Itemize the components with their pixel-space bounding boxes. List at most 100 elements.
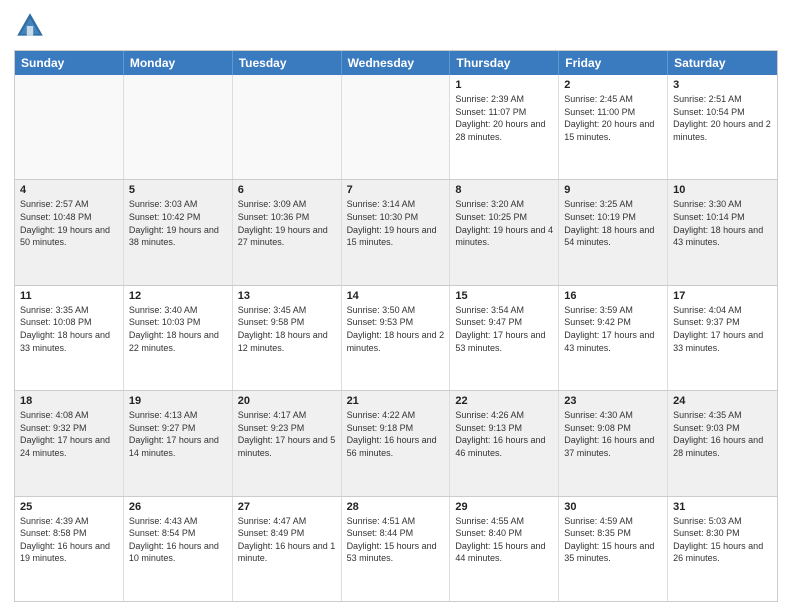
day-info: Sunrise: 2:45 AM Sunset: 11:00 PM Daylig… xyxy=(564,93,662,143)
logo-icon xyxy=(14,10,46,42)
day-info: Sunrise: 4:04 AM Sunset: 9:37 PM Dayligh… xyxy=(673,304,772,354)
day-cell-1: 1 Sunrise: 2:39 AM Sunset: 11:07 PM Dayli… xyxy=(450,75,559,179)
logo xyxy=(14,10,48,42)
day-cell-4: 4 Sunrise: 2:57 AM Sunset: 10:48 PM Dayli… xyxy=(15,180,124,284)
day-number: 3 xyxy=(673,79,772,91)
day-number: 10 xyxy=(673,184,772,196)
day-info: Sunrise: 3:50 AM Sunset: 9:53 PM Dayligh… xyxy=(347,304,445,354)
day-cell-14: 14 Sunrise: 3:50 AM Sunset: 9:53 PM Dayli… xyxy=(342,286,451,390)
day-info: Sunrise: 3:54 AM Sunset: 9:47 PM Dayligh… xyxy=(455,304,553,354)
day-cell-26: 26 Sunrise: 4:43 AM Sunset: 8:54 PM Dayli… xyxy=(124,497,233,601)
day-number: 22 xyxy=(455,395,553,407)
header-day-friday: Friday xyxy=(559,51,668,75)
day-number: 11 xyxy=(20,290,118,302)
day-cell-21: 21 Sunrise: 4:22 AM Sunset: 9:18 PM Dayli… xyxy=(342,391,451,495)
day-cell-5: 5 Sunrise: 3:03 AM Sunset: 10:42 PM Dayli… xyxy=(124,180,233,284)
header-day-monday: Monday xyxy=(124,51,233,75)
day-cell-30: 30 Sunrise: 4:59 AM Sunset: 8:35 PM Dayli… xyxy=(559,497,668,601)
day-cell-16: 16Sunrise: 3:59 AM Sunset: 9:42 PM Dayli… xyxy=(559,286,668,390)
header-day-saturday: Saturday xyxy=(668,51,777,75)
day-info: Sunrise: 3:09 AM Sunset: 10:36 PM Daylig… xyxy=(238,198,336,248)
day-cell-8: 8Sunrise: 3:20 AM Sunset: 10:25 PM Dayli… xyxy=(450,180,559,284)
day-info: Sunrise: 4:59 AM Sunset: 8:35 PM Dayligh… xyxy=(564,515,662,565)
day-cell-10: 10Sunrise: 3:30 AM Sunset: 10:14 PM Dayl… xyxy=(668,180,777,284)
day-number: 14 xyxy=(347,290,445,302)
day-info: Sunrise: 4:55 AM Sunset: 8:40 PM Dayligh… xyxy=(455,515,553,565)
day-info: Sunrise: 2:57 AM Sunset: 10:48 PM Daylig… xyxy=(20,198,118,248)
day-cell-13: 13 Sunrise: 3:45 AM Sunset: 9:58 PM Dayli… xyxy=(233,286,342,390)
day-info: Sunrise: 3:25 AM Sunset: 10:19 PM Daylig… xyxy=(564,198,662,248)
day-number: 30 xyxy=(564,501,662,513)
day-number: 28 xyxy=(347,501,445,513)
day-number: 4 xyxy=(20,184,118,196)
calendar-body: 1 Sunrise: 2:39 AM Sunset: 11:07 PM Dayli… xyxy=(15,75,777,601)
day-cell-28: 28 Sunrise: 4:51 AM Sunset: 8:44 PM Dayli… xyxy=(342,497,451,601)
day-cell-11: 11 Sunrise: 3:35 AM Sunset: 10:08 PM Dayl… xyxy=(15,286,124,390)
day-cell-19: 19 Sunrise: 4:13 AM Sunset: 9:27 PM Dayli… xyxy=(124,391,233,495)
day-cell-2: 2 Sunrise: 2:45 AM Sunset: 11:00 PM Dayli… xyxy=(559,75,668,179)
day-info: Sunrise: 4:22 AM Sunset: 9:18 PM Dayligh… xyxy=(347,409,445,459)
day-number: 17 xyxy=(673,290,772,302)
day-cell-29: 29Sunrise: 4:55 AM Sunset: 8:40 PM Dayli… xyxy=(450,497,559,601)
day-cell-20: 20Sunrise: 4:17 AM Sunset: 9:23 PM Dayli… xyxy=(233,391,342,495)
day-number: 19 xyxy=(129,395,227,407)
day-info: Sunrise: 3:45 AM Sunset: 9:58 PM Dayligh… xyxy=(238,304,336,354)
day-info: Sunrise: 5:03 AM Sunset: 8:30 PM Dayligh… xyxy=(673,515,772,565)
empty-cell xyxy=(342,75,451,179)
day-info: Sunrise: 4:13 AM Sunset: 9:27 PM Dayligh… xyxy=(129,409,227,459)
day-number: 26 xyxy=(129,501,227,513)
day-info: Sunrise: 2:39 AM Sunset: 11:07 PM Daylig… xyxy=(455,93,553,143)
day-number: 5 xyxy=(129,184,227,196)
empty-cell xyxy=(15,75,124,179)
day-number: 12 xyxy=(129,290,227,302)
day-cell-3: 3 Sunrise: 2:51 AM Sunset: 10:54 PM Dayli… xyxy=(668,75,777,179)
day-number: 23 xyxy=(564,395,662,407)
calendar-row-1: 1 Sunrise: 2:39 AM Sunset: 11:07 PM Dayli… xyxy=(15,75,777,179)
day-number: 25 xyxy=(20,501,118,513)
day-cell-23: 23Sunrise: 4:30 AM Sunset: 9:08 PM Dayli… xyxy=(559,391,668,495)
day-cell-18: 18 Sunrise: 4:08 AM Sunset: 9:32 PM Dayli… xyxy=(15,391,124,495)
day-info: Sunrise: 4:39 AM Sunset: 8:58 PM Dayligh… xyxy=(20,515,118,565)
calendar-row-4: 18 Sunrise: 4:08 AM Sunset: 9:32 PM Dayli… xyxy=(15,390,777,495)
day-info: Sunrise: 3:14 AM Sunset: 10:30 PM Daylig… xyxy=(347,198,445,248)
day-number: 15 xyxy=(455,290,553,302)
day-info: Sunrise: 3:20 AM Sunset: 10:25 PM Daylig… xyxy=(455,198,553,248)
day-info: Sunrise: 3:59 AM Sunset: 9:42 PM Dayligh… xyxy=(564,304,662,354)
page: SundayMondayTuesdayWednesdayThursdayFrid… xyxy=(0,0,792,612)
header-day-wednesday: Wednesday xyxy=(342,51,451,75)
day-cell-6: 6 Sunrise: 3:09 AM Sunset: 10:36 PM Dayli… xyxy=(233,180,342,284)
day-info: Sunrise: 4:43 AM Sunset: 8:54 PM Dayligh… xyxy=(129,515,227,565)
calendar-row-2: 4 Sunrise: 2:57 AM Sunset: 10:48 PM Dayli… xyxy=(15,179,777,284)
day-cell-22: 22Sunrise: 4:26 AM Sunset: 9:13 PM Dayli… xyxy=(450,391,559,495)
day-cell-17: 17 Sunrise: 4:04 AM Sunset: 9:37 PM Dayli… xyxy=(668,286,777,390)
day-cell-27: 27Sunrise: 4:47 AM Sunset: 8:49 PM Dayli… xyxy=(233,497,342,601)
calendar-header: SundayMondayTuesdayWednesdayThursdayFrid… xyxy=(15,51,777,75)
day-info: Sunrise: 4:08 AM Sunset: 9:32 PM Dayligh… xyxy=(20,409,118,459)
day-number: 31 xyxy=(673,501,772,513)
day-number: 21 xyxy=(347,395,445,407)
calendar-row-3: 11 Sunrise: 3:35 AM Sunset: 10:08 PM Dayl… xyxy=(15,285,777,390)
day-info: Sunrise: 3:03 AM Sunset: 10:42 PM Daylig… xyxy=(129,198,227,248)
day-number: 1 xyxy=(455,79,553,91)
day-info: Sunrise: 4:35 AM Sunset: 9:03 PM Dayligh… xyxy=(673,409,772,459)
day-info: Sunrise: 3:35 AM Sunset: 10:08 PM Daylig… xyxy=(20,304,118,354)
day-info: Sunrise: 2:51 AM Sunset: 10:54 PM Daylig… xyxy=(673,93,772,143)
empty-cell xyxy=(124,75,233,179)
day-number: 18 xyxy=(20,395,118,407)
day-cell-25: 25 Sunrise: 4:39 AM Sunset: 8:58 PM Dayli… xyxy=(15,497,124,601)
day-info: Sunrise: 4:17 AM Sunset: 9:23 PM Dayligh… xyxy=(238,409,336,459)
day-number: 27 xyxy=(238,501,336,513)
calendar-row-5: 25 Sunrise: 4:39 AM Sunset: 8:58 PM Dayli… xyxy=(15,496,777,601)
header-day-thursday: Thursday xyxy=(450,51,559,75)
day-info: Sunrise: 4:51 AM Sunset: 8:44 PM Dayligh… xyxy=(347,515,445,565)
day-cell-15: 15 Sunrise: 3:54 AM Sunset: 9:47 PM Dayli… xyxy=(450,286,559,390)
day-cell-9: 9Sunrise: 3:25 AM Sunset: 10:19 PM Dayli… xyxy=(559,180,668,284)
day-number: 7 xyxy=(347,184,445,196)
day-number: 2 xyxy=(564,79,662,91)
day-number: 13 xyxy=(238,290,336,302)
day-number: 6 xyxy=(238,184,336,196)
day-number: 24 xyxy=(673,395,772,407)
day-cell-31: 31 Sunrise: 5:03 AM Sunset: 8:30 PM Dayli… xyxy=(668,497,777,601)
header xyxy=(14,10,778,42)
day-cell-12: 12Sunrise: 3:40 AM Sunset: 10:03 PM Dayl… xyxy=(124,286,233,390)
